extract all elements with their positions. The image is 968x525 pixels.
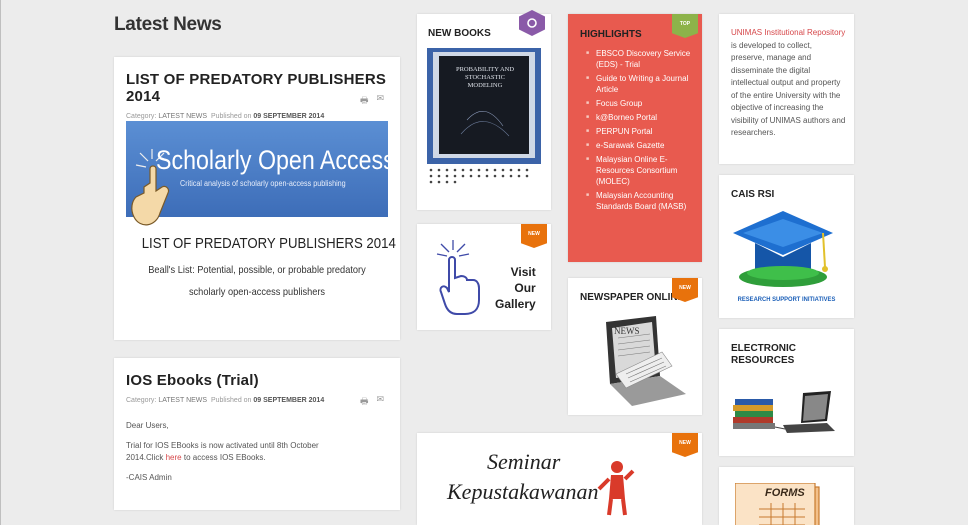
- banner-title: Scholarly Open Access: [156, 145, 395, 175]
- repository-link[interactable]: UNIMAS Institutional Repository: [731, 28, 845, 37]
- image-line2: scholarly open-access publishers: [188, 286, 326, 298]
- page-frame: Latest News LIST OF PREDATORY PUBLISHERS…: [0, 0, 968, 525]
- gallery-card[interactable]: NEW Visit Our Gallery: [417, 224, 551, 330]
- forms-card[interactable]: FORMS: [719, 467, 854, 525]
- category-link[interactable]: LATEST NEWS: [158, 397, 207, 404]
- electronic-resources-card[interactable]: ELECTRONIC RESOURCES: [719, 329, 854, 456]
- newspaper-online-card[interactable]: NEWSPAPER ONLINE NEW NEWS: [568, 278, 702, 415]
- highlight-item[interactable]: k@Borneo Portal: [584, 112, 700, 123]
- books-laptop-icon: [733, 391, 835, 433]
- print-icon[interactable]: 🖶: [360, 394, 369, 410]
- laptop-newspaper-icon: [606, 316, 686, 406]
- highlight-item[interactable]: Malaysian Online E-Resources Consortium …: [584, 154, 700, 187]
- cais-rsi-card[interactable]: CAIS RSI RESEARCH SUPPORT INITIATIVES: [719, 175, 854, 318]
- highlight-item[interactable]: PERPUN Portal: [584, 126, 700, 137]
- new-badge: NEW: [672, 433, 698, 457]
- seminar-card[interactable]: NEW Seminar Kepustakawanan: [417, 433, 702, 525]
- highlight-item[interactable]: EBSCO Discovery Service (EDS) - Trial: [584, 48, 700, 70]
- new-badge: NEW: [672, 278, 698, 302]
- here-link[interactable]: here: [166, 453, 182, 462]
- publish-date: 09 SEPTEMBER 2014: [253, 397, 325, 404]
- cais-rsi-caption: RESEARCH SUPPORT INITIATIVES: [737, 296, 836, 303]
- banner-subtitle: Critical analysis of scholarly open-acce…: [180, 179, 346, 188]
- new-books-title: NEW BOOKS: [428, 28, 491, 39]
- book-title: PROBABILITY AND STOCHASTIC MODELING: [455, 66, 515, 89]
- electronic-resources-title: ELECTRONIC RESOURCES: [731, 343, 796, 366]
- cais-rsi-title: CAIS RSI: [731, 189, 775, 200]
- highlights-list: EBSCO Discovery Service (EDS) - Trial Gu…: [584, 48, 700, 215]
- top-badge: TOP: [672, 14, 698, 38]
- article-title[interactable]: LIST OF PREDATORY PUBLISHERS 2014: [126, 71, 400, 105]
- article-meta: Category: LATEST NEWS Published on 09 SE…: [126, 397, 325, 404]
- gallery-text: Visit Our Gallery: [495, 265, 536, 311]
- camera-icon: [519, 10, 545, 36]
- article-card-ios-ebooks: IOS Ebooks (Trial) Category: LATEST NEWS…: [114, 358, 400, 510]
- highlights-card: TOP HIGHLIGHTS EBSCO Discovery Service (…: [568, 14, 702, 262]
- article-card-predatory: LIST OF PREDATORY PUBLISHERS 2014 Catego…: [114, 57, 400, 340]
- newspaper-title: NEWSPAPER ONLINE: [580, 292, 685, 303]
- article-image: Scholarly Open Access Critical analysis …: [126, 121, 396, 317]
- section-title: Latest News: [114, 14, 222, 35]
- email-icon[interactable]: ✉: [376, 93, 384, 109]
- article-body: Trial for IOS EBooks is now activated un…: [126, 441, 319, 462]
- greeting: Dear Users,: [126, 421, 169, 430]
- highlight-item[interactable]: Focus Group: [584, 98, 700, 109]
- news-screen-text: NEWS: [614, 326, 640, 336]
- article-tools: 🖶 ✉: [360, 394, 384, 410]
- article-title[interactable]: IOS Ebooks (Trial): [126, 372, 324, 389]
- image-line1: Beall's List: Potential, possible, or pr…: [148, 264, 366, 276]
- repository-card: UNIMAS Institutional Repository is devel…: [719, 14, 854, 164]
- new-badge: NEW: [521, 224, 547, 248]
- red-figure-icon: [597, 461, 635, 516]
- signature: -CAIS Admin: [126, 473, 172, 482]
- article-meta: Category: LATEST NEWS Published on 09 SE…: [126, 113, 325, 120]
- seminar-line1: Seminar: [487, 449, 561, 474]
- seminar-line2: Kepustakawanan: [447, 479, 599, 504]
- graduation-cap-icon: [733, 211, 833, 287]
- new-books-card[interactable]: NEW BOOKS PROBABILITY AND STOCHASTIC MOD…: [417, 10, 551, 210]
- category-link[interactable]: LATEST NEWS: [158, 113, 207, 120]
- highlight-item[interactable]: Guide to Writing a Journal Article: [584, 73, 700, 95]
- repository-text: UNIMAS Institutional Repository is devel…: [731, 28, 846, 137]
- highlight-item[interactable]: e-Sarawak Gazette: [584, 140, 700, 151]
- print-icon[interactable]: 🖶: [360, 93, 369, 109]
- highlights-title: HIGHLIGHTS: [580, 29, 642, 40]
- forms-label: FORMS: [765, 487, 805, 499]
- carousel-dots[interactable]: [429, 168, 539, 184]
- image-heading: LIST OF PREDATORY PUBLISHERS 2014: [141, 235, 396, 252]
- highlight-item[interactable]: Malaysian Accounting Standards Board (MA…: [584, 190, 700, 212]
- tap-hand-icon: [436, 240, 480, 315]
- email-icon[interactable]: ✉: [376, 394, 384, 410]
- article-tools: 🖶 ✉: [360, 93, 384, 109]
- publish-date: 09 SEPTEMBER 2014: [253, 113, 325, 120]
